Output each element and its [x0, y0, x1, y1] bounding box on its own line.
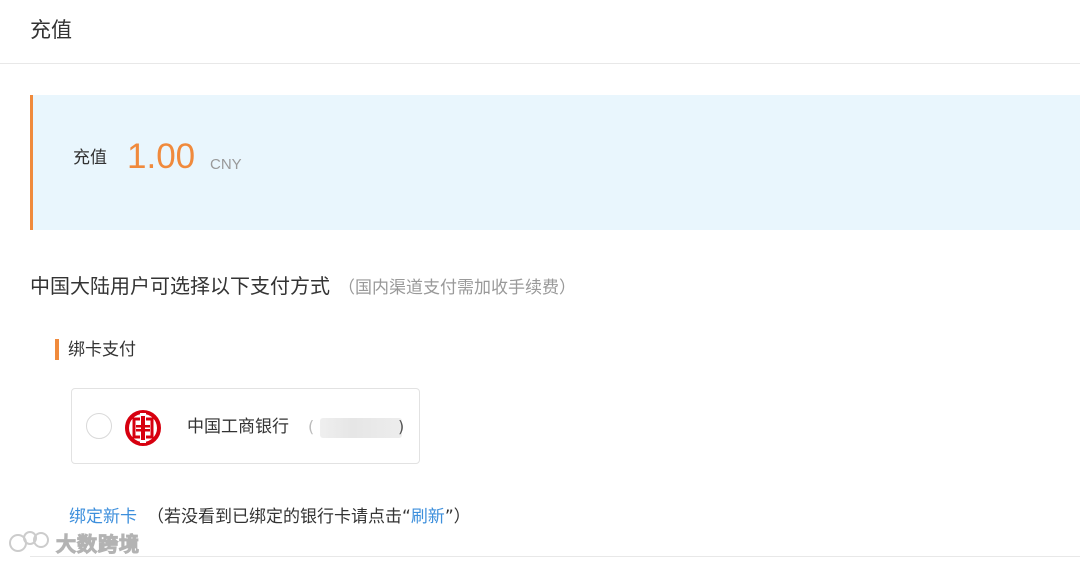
bank-card-radio[interactable]: [86, 413, 112, 439]
recharge-amount: 1.00: [127, 137, 196, 176]
card-payment-title: 绑卡支付: [68, 340, 136, 360]
section-accent-bar: [55, 339, 59, 360]
bind-note-suffix: ”）: [444, 507, 471, 527]
page-header: 充值: [0, 0, 1080, 64]
payment-methods-heading: 中国大陆用户可选择以下支付方式 （国内渠道支付需加收手续费）: [30, 272, 576, 302]
watermark: 大数跨境: [8, 526, 140, 558]
recharge-page: 充值 充值 1.00 CNY 中国大陆用户可选择以下支付方式 （国内渠道支付需加收…: [0, 0, 1080, 562]
icbc-logo-icon: [125, 410, 161, 446]
recharge-label: 充值: [73, 148, 107, 168]
footer-divider: [30, 556, 1080, 557]
payment-methods-title: 中国大陆用户可选择以下支付方式: [30, 274, 330, 298]
page-title: 充值: [30, 18, 72, 42]
watermark-text: 大数跨境: [56, 531, 140, 556]
refresh-link[interactable]: 刷新: [411, 507, 445, 527]
bank-name: 中国工商银行: [187, 417, 289, 437]
recharge-amount-panel: 充值 1.00 CNY: [30, 95, 1080, 230]
masked-card-number: [320, 418, 402, 438]
currency-label: CNY: [210, 156, 242, 173]
masked-card-open: (: [308, 417, 315, 436]
masked-card-close: ): [398, 417, 405, 436]
bind-note-prefix: （若没看到已绑定的银行卡请点击“: [147, 507, 411, 527]
watermark-logo-icon: [9, 531, 49, 552]
bind-new-card-link[interactable]: 绑定新卡: [69, 507, 137, 527]
payment-methods-note: （国内渠道支付需加收手续费）: [338, 278, 576, 298]
bank-card-option[interactable]: 中国工商银行 ( ): [71, 388, 420, 464]
